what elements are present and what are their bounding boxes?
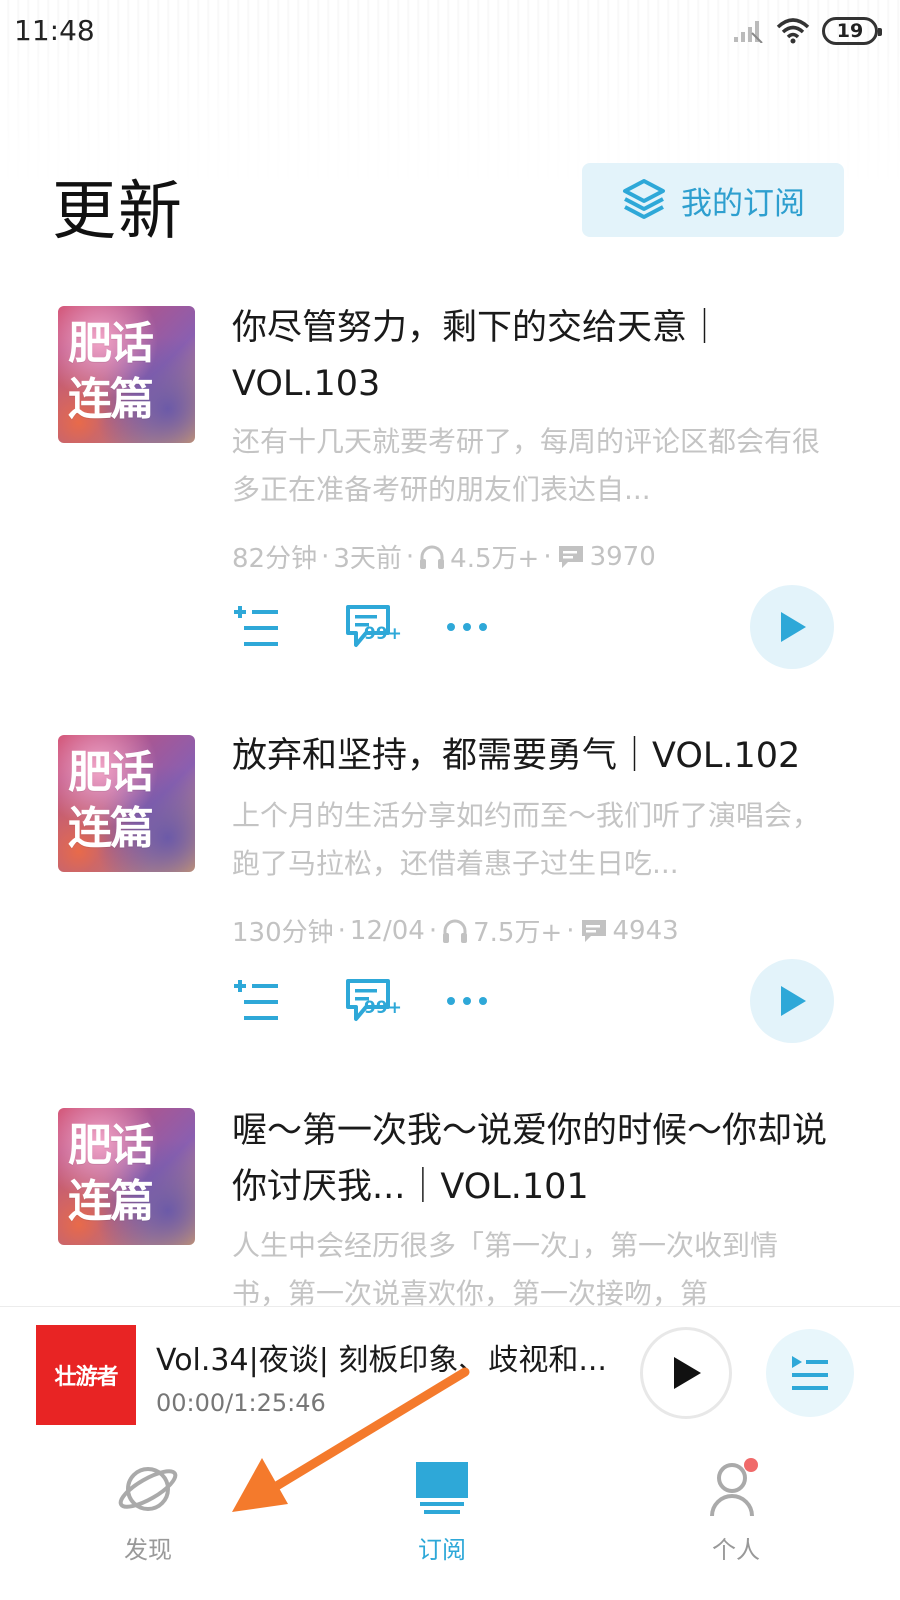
- tab-label: 个人: [712, 1536, 760, 1564]
- episode-cover[interactable]: 肥话连篇: [58, 306, 195, 443]
- comments-button[interactable]: 99+: [334, 602, 404, 652]
- episode-comments: 3970: [589, 541, 656, 572]
- play-icon: [781, 612, 806, 642]
- more-icon: [447, 623, 487, 631]
- tab-subscriptions[interactable]: 订阅: [372, 1458, 512, 1565]
- comment-badge: 99+: [364, 624, 402, 644]
- tab-label: 发现: [124, 1536, 172, 1564]
- comments-button[interactable]: 99+: [334, 976, 404, 1026]
- add-to-playlist-icon: [234, 606, 278, 646]
- status-icons: 19: [732, 14, 882, 48]
- comment-badge: 99+: [364, 998, 402, 1018]
- more-button[interactable]: [442, 976, 492, 1026]
- meta-separator: ·: [405, 541, 415, 572]
- comment-count-icon: [558, 545, 583, 568]
- mini-player-title[interactable]: Vol.34|夜谈| 刻板印象、歧视和...: [156, 1335, 616, 1379]
- episode-actions: 99+: [232, 602, 492, 652]
- battery-indicator: 19: [822, 17, 882, 45]
- status-time: 11:48: [14, 14, 95, 47]
- episode-meta: 82分钟 · 3天前 · 4.5万+ · 3970: [232, 538, 656, 575]
- episode-title[interactable]: 你尽管努力，剩下的交给天意｜VOL.103: [232, 300, 832, 412]
- comment-count-icon: [581, 919, 606, 942]
- episode-actions: 99+: [232, 976, 492, 1026]
- playlist-icon: [792, 1356, 828, 1390]
- planet-icon: [118, 1467, 178, 1511]
- mini-player-play-button[interactable]: [640, 1327, 732, 1419]
- my-subscriptions-label: 我的订阅: [681, 185, 805, 222]
- more-icon: [447, 997, 487, 1005]
- episode-plays: 7.5万+: [473, 918, 563, 948]
- subscriptions-icon: [416, 1462, 468, 1514]
- play-icon: [781, 986, 806, 1016]
- episode-play-button[interactable]: [750, 959, 834, 1043]
- episode-cover-text: 肥话连篇: [68, 1120, 154, 1227]
- episode-description[interactable]: 人生中会经历很多「第一次」，第一次收到情书，第一次说喜欢你，第一次接吻，第: [232, 1222, 822, 1306]
- play-icon: [674, 1357, 701, 1389]
- add-to-playlist-button[interactable]: [232, 976, 282, 1026]
- my-subscriptions-button[interactable]: 我的订阅: [582, 163, 844, 237]
- more-button[interactable]: [442, 602, 492, 652]
- meta-separator: ·: [321, 541, 330, 572]
- mini-player-time: 00:00/1:25:46: [156, 1389, 326, 1417]
- meta-separator: ·: [566, 915, 575, 946]
- episode-cover-text: 肥话连篇: [68, 747, 154, 854]
- episode-cover[interactable]: 肥话连篇: [58, 735, 195, 872]
- episode-description[interactable]: 上个月的生活分享如约而至～我们听了演唱会，跑了马拉松，还借着惠子过生日吃...: [232, 792, 822, 888]
- episode-title[interactable]: 喔～第一次我～说爱你的时候～你却说你讨厌我...｜VOL.101: [232, 1103, 832, 1215]
- playlist-button[interactable]: [766, 1329, 854, 1417]
- signal-icon: [734, 21, 763, 43]
- tab-label: 订阅: [418, 1536, 466, 1564]
- episode-duration: 130分钟: [232, 918, 334, 948]
- meta-separator: ·: [543, 541, 552, 572]
- page-title: 更新: [52, 175, 184, 249]
- episode-description[interactable]: 还有十几天就要考研了，每周的评论区都会有很多正在准备考研的朋友们表达自...: [232, 418, 822, 514]
- meta-separator: ·: [337, 915, 346, 946]
- headphones-icon: [420, 545, 445, 569]
- episode-meta: 130分钟 · 12/04 · 7.5万+ · 4943: [232, 912, 679, 949]
- mini-player[interactable]: 壮游者 Vol.34|夜谈| 刻板印象、歧视和... 00:00/1:25:46: [0, 1306, 900, 1446]
- meta-separator: ·: [428, 915, 438, 946]
- tab-discover[interactable]: 发现: [78, 1458, 218, 1565]
- mini-player-cover[interactable]: 壮游者: [36, 1325, 136, 1425]
- bottom-tab-bar: 发现 订阅 个人: [0, 1446, 900, 1600]
- episode-comments: 4943: [612, 915, 679, 946]
- episode-plays: 4.5万+: [450, 544, 540, 574]
- episode-date: 3天前: [333, 544, 402, 574]
- mini-player-cover-text: 壮游者: [54, 1365, 118, 1390]
- episode-play-button[interactable]: [750, 585, 834, 669]
- episode-cover[interactable]: 肥话连篇: [58, 1108, 195, 1245]
- episode-title[interactable]: 放弃和坚持，都需要勇气｜VOL.102: [232, 728, 832, 784]
- tab-profile[interactable]: 个人: [666, 1458, 806, 1565]
- headphones-icon: [443, 919, 468, 943]
- wifi-icon: [776, 18, 810, 44]
- episode-date: 12/04: [349, 915, 425, 946]
- layers-icon: [623, 179, 665, 219]
- episode-duration: 82分钟: [232, 544, 318, 574]
- episode-cover-text: 肥话连篇: [68, 318, 154, 425]
- status-bar: 11:48 19: [0, 0, 900, 64]
- add-to-playlist-icon: [234, 980, 278, 1020]
- add-to-playlist-button[interactable]: [232, 602, 282, 652]
- notification-dot: [744, 1458, 758, 1472]
